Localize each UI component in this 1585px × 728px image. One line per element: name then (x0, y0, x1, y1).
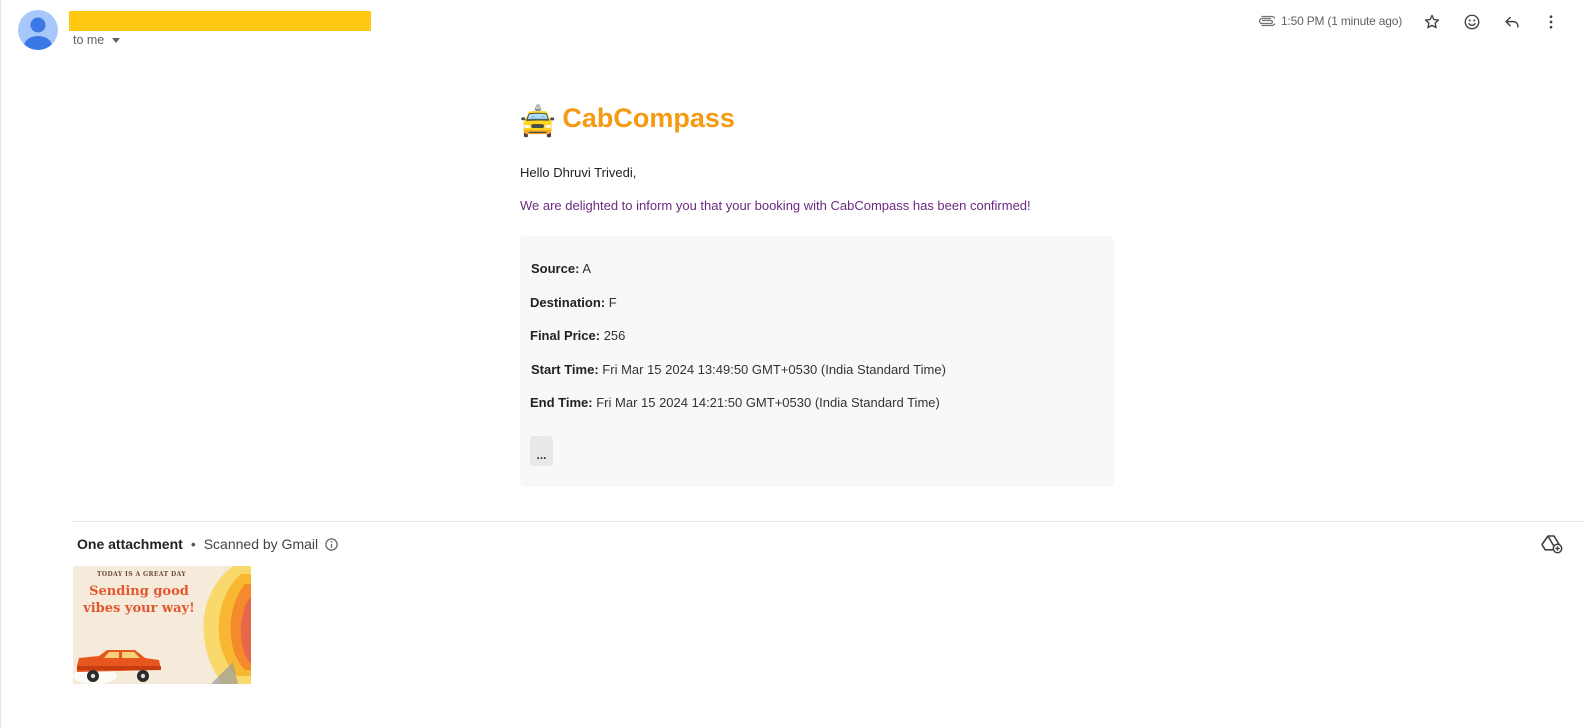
emoji-icon[interactable] (1460, 10, 1484, 34)
chevron-down-icon (112, 38, 121, 43)
attachments-header: One attachment • Scanned by Gmail (77, 536, 339, 552)
detail-label: Start Time: (531, 362, 599, 377)
more-vert-icon[interactable] (1539, 10, 1563, 34)
attachments-divider (73, 521, 1585, 522)
confirmation-message: We are delighted to inform you that your… (520, 198, 1031, 213)
taxi-icon: 🚖 (519, 105, 557, 138)
detail-source: Source: A (531, 261, 591, 276)
recipient-label: to me (73, 33, 105, 47)
detail-value: F (608, 295, 617, 310)
detail-label: Final Price: (530, 328, 601, 343)
separator-dot: • (190, 536, 196, 552)
detail-label: Source: (531, 261, 580, 276)
greeting: Hello Dhruvi Trivedi, (520, 165, 637, 180)
scan-status: Scanned by Gmail (203, 536, 319, 552)
email-view: to me 1:50 PM (1 minute ago) 🚖 CabCompas… (0, 0, 1585, 728)
attachment-count: One attachment (77, 536, 183, 552)
attachment-thumbnail[interactable]: TODAY IS A GREAT DAY Sending good vibes … (73, 566, 251, 684)
add-to-drive-icon[interactable] (1541, 534, 1563, 554)
sender-name-redacted[interactable] (69, 11, 371, 31)
timestamp: 1:50 PM (1 minute ago) (1281, 14, 1402, 28)
detail-label: End Time: (530, 395, 593, 410)
attachment-icon (1257, 15, 1275, 27)
recipient-details-toggle[interactable]: to me (73, 33, 121, 47)
detail-destination: Destination: F (530, 295, 617, 310)
booking-details-card: Source: A Destination: F Final Price: 25… (520, 236, 1114, 487)
detail-value: A (582, 261, 591, 276)
detail-value: 256 (603, 328, 626, 343)
star-icon[interactable] (1420, 10, 1444, 34)
brand-header: 🚖 CabCompass (519, 100, 735, 144)
brand-title: CabCompass (562, 103, 735, 133)
sender-avatar[interactable] (18, 10, 58, 50)
detail-label: Destination: (530, 295, 606, 310)
thumbnail-headline: Sending good vibes your way! (83, 584, 195, 616)
detail-final-price: Final Price: 256 (530, 328, 625, 343)
reply-icon[interactable] (1500, 10, 1524, 34)
thumbnail-small-text: TODAY IS A GREAT DAY (97, 571, 187, 578)
message-meta: 1:50 PM (1 minute ago) (1257, 12, 1402, 30)
detail-value: Fri Mar 15 2024 14:21:50 GMT+0530 (India… (596, 395, 940, 410)
person-icon (24, 17, 52, 50)
detail-end-time: End Time: Fri Mar 15 2024 14:21:50 GMT+0… (530, 395, 940, 410)
detail-start-time: Start Time: Fri Mar 15 2024 13:49:50 GMT… (531, 362, 946, 377)
detail-value: Fri Mar 15 2024 13:49:50 GMT+0530 (India… (602, 362, 946, 377)
info-icon[interactable] (324, 537, 339, 552)
show-trimmed-content-button[interactable]: ... (530, 436, 553, 466)
